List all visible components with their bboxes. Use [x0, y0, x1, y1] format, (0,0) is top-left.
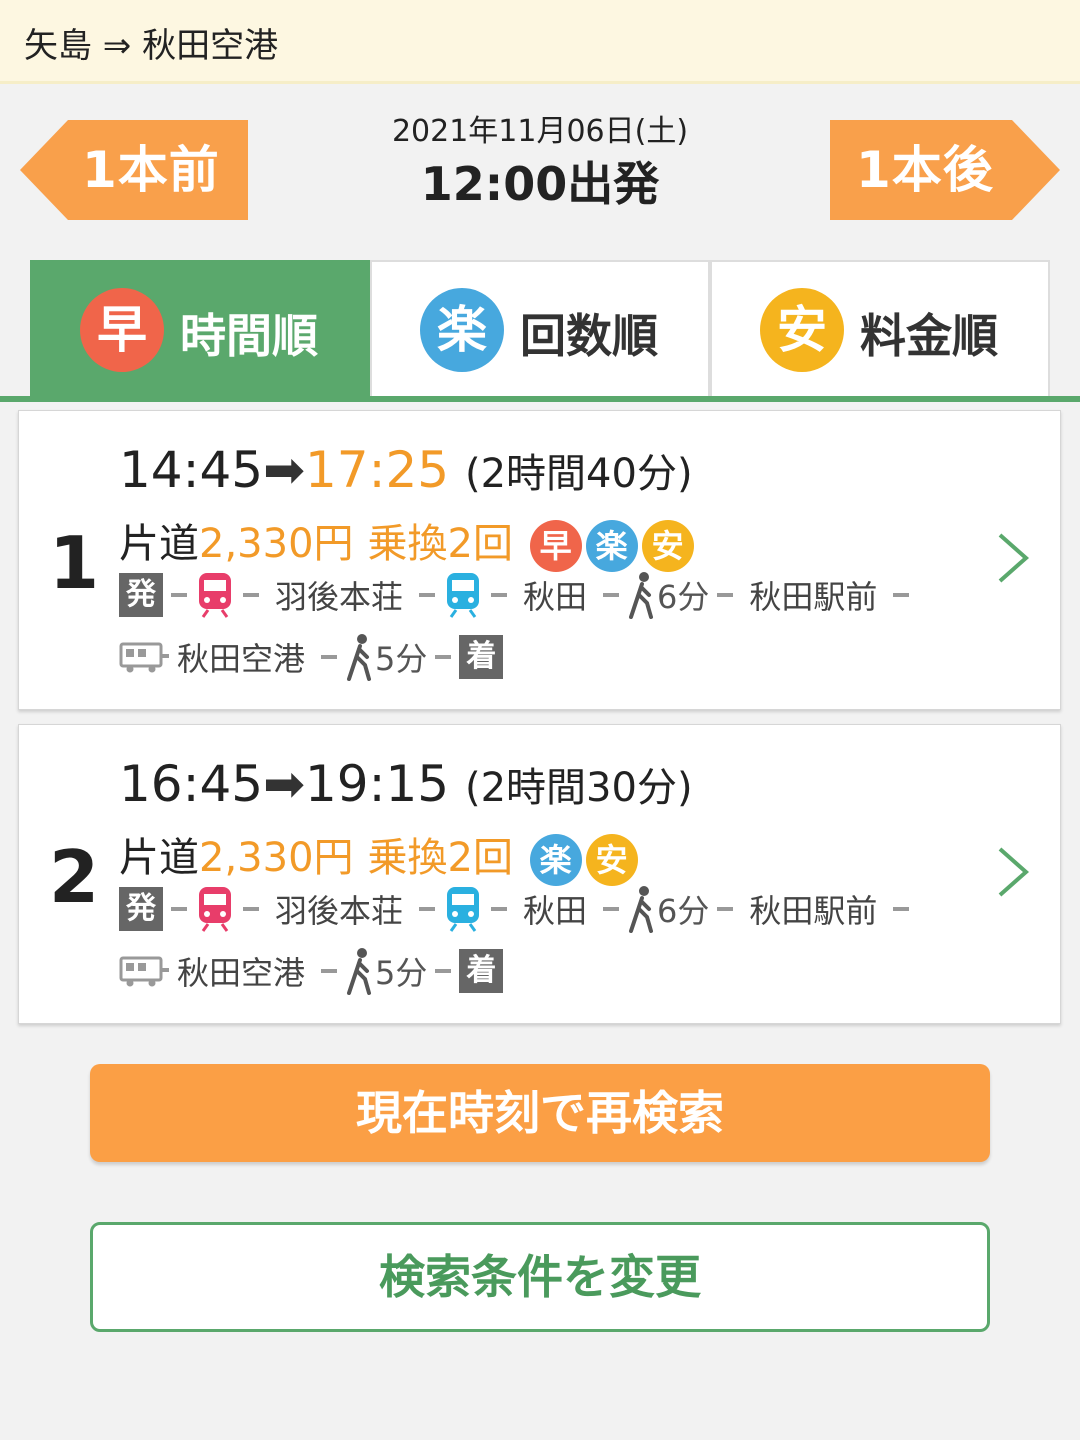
segment-dash: [243, 907, 259, 911]
next-train-button[interactable]: 1本後: [830, 120, 1060, 220]
departure-time: 14:45: [119, 441, 264, 499]
cheap-badge-icon: 安: [641, 520, 694, 572]
train-icon: [447, 573, 480, 618]
segment-dash: [603, 593, 620, 597]
tab-label: 料金順: [860, 309, 998, 363]
route-segments-line-2: 秋田空港 5分 着: [119, 947, 504, 995]
route-segments-line-1: 発 羽後本荘 秋田 6分 秋田駅前: [119, 885, 917, 933]
segment-dash: [491, 593, 508, 597]
tab-label: 回数順: [520, 309, 658, 363]
walk-minutes: 5分: [375, 640, 428, 678]
station-name: 秋田: [523, 578, 588, 616]
change-conditions-button[interactable]: 検索条件を変更: [90, 1222, 990, 1332]
tab-sort-by-time[interactable]: 早 時間順: [30, 260, 370, 396]
start-marker: 発: [119, 887, 163, 931]
segment-dash: [435, 655, 452, 659]
route-title: 矢島 ⇒ 秋田空港: [24, 26, 279, 66]
tab-sort-by-fare[interactable]: 安 料金順: [710, 260, 1050, 396]
result-rank: 1: [49, 521, 100, 605]
segment-dash: [491, 907, 508, 911]
result-times: 16:45➡19:15 (2時間30分): [119, 755, 693, 813]
station-name: 羽後本荘: [275, 578, 404, 616]
fare-amount: 2,330円: [199, 521, 354, 567]
route-result-card[interactable]: 1 14:45➡17:25 (2時間40分) 片道2,330円 乗換2回 早楽安 …: [18, 410, 1061, 710]
fast-badge-icon: 早: [529, 520, 582, 572]
walk-minutes: 6分: [657, 892, 710, 930]
cheap-badge-icon: 安: [760, 288, 844, 372]
chevron-right-icon: [998, 533, 1030, 583]
easy-badge-icon: 楽: [585, 520, 638, 572]
segment-dash: [171, 907, 187, 911]
route-result-card[interactable]: 2 16:45➡19:15 (2時間30分) 片道2,330円 乗換2回 楽安 発…: [18, 724, 1061, 1024]
station-name: 秋田: [523, 892, 588, 930]
train-icon: [199, 887, 231, 932]
fast-badge-icon: 早: [80, 288, 164, 372]
station-name: 秋田駅前: [749, 578, 878, 616]
departure-time: 16:45: [119, 755, 264, 813]
fare-prefix: 片道: [119, 835, 199, 881]
route-segments-line-2: 秋田空港 5分 着: [119, 633, 504, 681]
end-marker: 着: [459, 635, 504, 679]
segment-dash: [321, 969, 338, 973]
cheap-badge-icon: 安: [585, 834, 638, 886]
walk-minutes: 6分: [657, 578, 710, 616]
result-times: 14:45➡17:25 (2時間40分): [119, 441, 693, 499]
train-icon: [199, 573, 231, 618]
train-icon: [447, 887, 480, 932]
start-marker: 発: [119, 573, 163, 617]
previous-train-label: 1本前: [82, 141, 220, 199]
tab-sort-by-transfers[interactable]: 楽 回数順: [370, 260, 710, 396]
time-navigation: 1本前 2021年11月06日(土) 12:00出発 1本後: [0, 100, 1080, 240]
search-date: 2021年11月06日(土): [391, 114, 689, 149]
chevron-right-icon: [998, 847, 1030, 897]
previous-train-button[interactable]: 1本前: [20, 120, 250, 220]
station-name: 羽後本荘: [275, 892, 404, 930]
arrival-time: 19:15: [305, 755, 450, 813]
segment-dash: [893, 593, 910, 597]
arrival-time: 17:25: [305, 441, 450, 499]
segment-dash: [603, 907, 620, 911]
result-fare-row: 片道2,330円 乗換2回 早楽安: [119, 511, 694, 572]
trip-duration: (2時間30分): [465, 765, 693, 811]
transfer-count: 乗換2回: [367, 835, 513, 881]
bus-icon: [119, 642, 169, 673]
route-segments-line-1: 発 羽後本荘 秋田 6分 秋田駅前: [119, 571, 917, 619]
easy-badge-icon: 楽: [420, 288, 504, 372]
segment-dash: [171, 593, 187, 597]
tab-label: 時間順: [180, 309, 318, 363]
result-rank: 2: [49, 835, 100, 919]
search-departure-time: 12:00出発: [420, 157, 660, 211]
result-fare-row: 片道2,330円 乗換2回 楽安: [119, 825, 638, 886]
walking-icon: [629, 886, 654, 933]
station-name: 秋田駅前: [749, 892, 878, 930]
research-now-button[interactable]: 現在時刻で再検索: [90, 1064, 990, 1162]
end-marker: 着: [459, 949, 504, 993]
walking-icon: [347, 634, 372, 681]
station-name: 秋田空港: [177, 954, 306, 992]
fare-amount: 2,330円: [199, 835, 354, 881]
segment-dash: [893, 907, 910, 911]
walking-icon: [629, 572, 654, 619]
walking-icon: [347, 948, 372, 995]
segment-dash: [243, 593, 259, 597]
route-header: 矢島 ⇒ 秋田空港: [0, 0, 1080, 84]
segment-dash: [321, 655, 338, 659]
segment-dash: [435, 969, 452, 973]
easy-badge-icon: 楽: [529, 834, 582, 886]
walk-minutes: 5分: [375, 954, 428, 992]
bus-icon: [119, 956, 169, 987]
segment-dash: [419, 593, 436, 597]
segment-dash: [717, 907, 734, 911]
right-arrow-icon: ➡: [263, 441, 305, 499]
segment-dash: [717, 593, 734, 597]
station-name: 秋田空港: [177, 640, 306, 678]
segment-dash: [419, 907, 436, 911]
next-train-label: 1本後: [856, 141, 994, 199]
trip-duration: (2時間40分): [465, 451, 693, 497]
sort-tabs: 早 時間順 楽 回数順 安 料金順: [0, 260, 1080, 402]
right-arrow-icon: ➡: [263, 755, 305, 813]
fare-prefix: 片道: [119, 521, 199, 567]
transfer-count: 乗換2回: [367, 521, 513, 567]
